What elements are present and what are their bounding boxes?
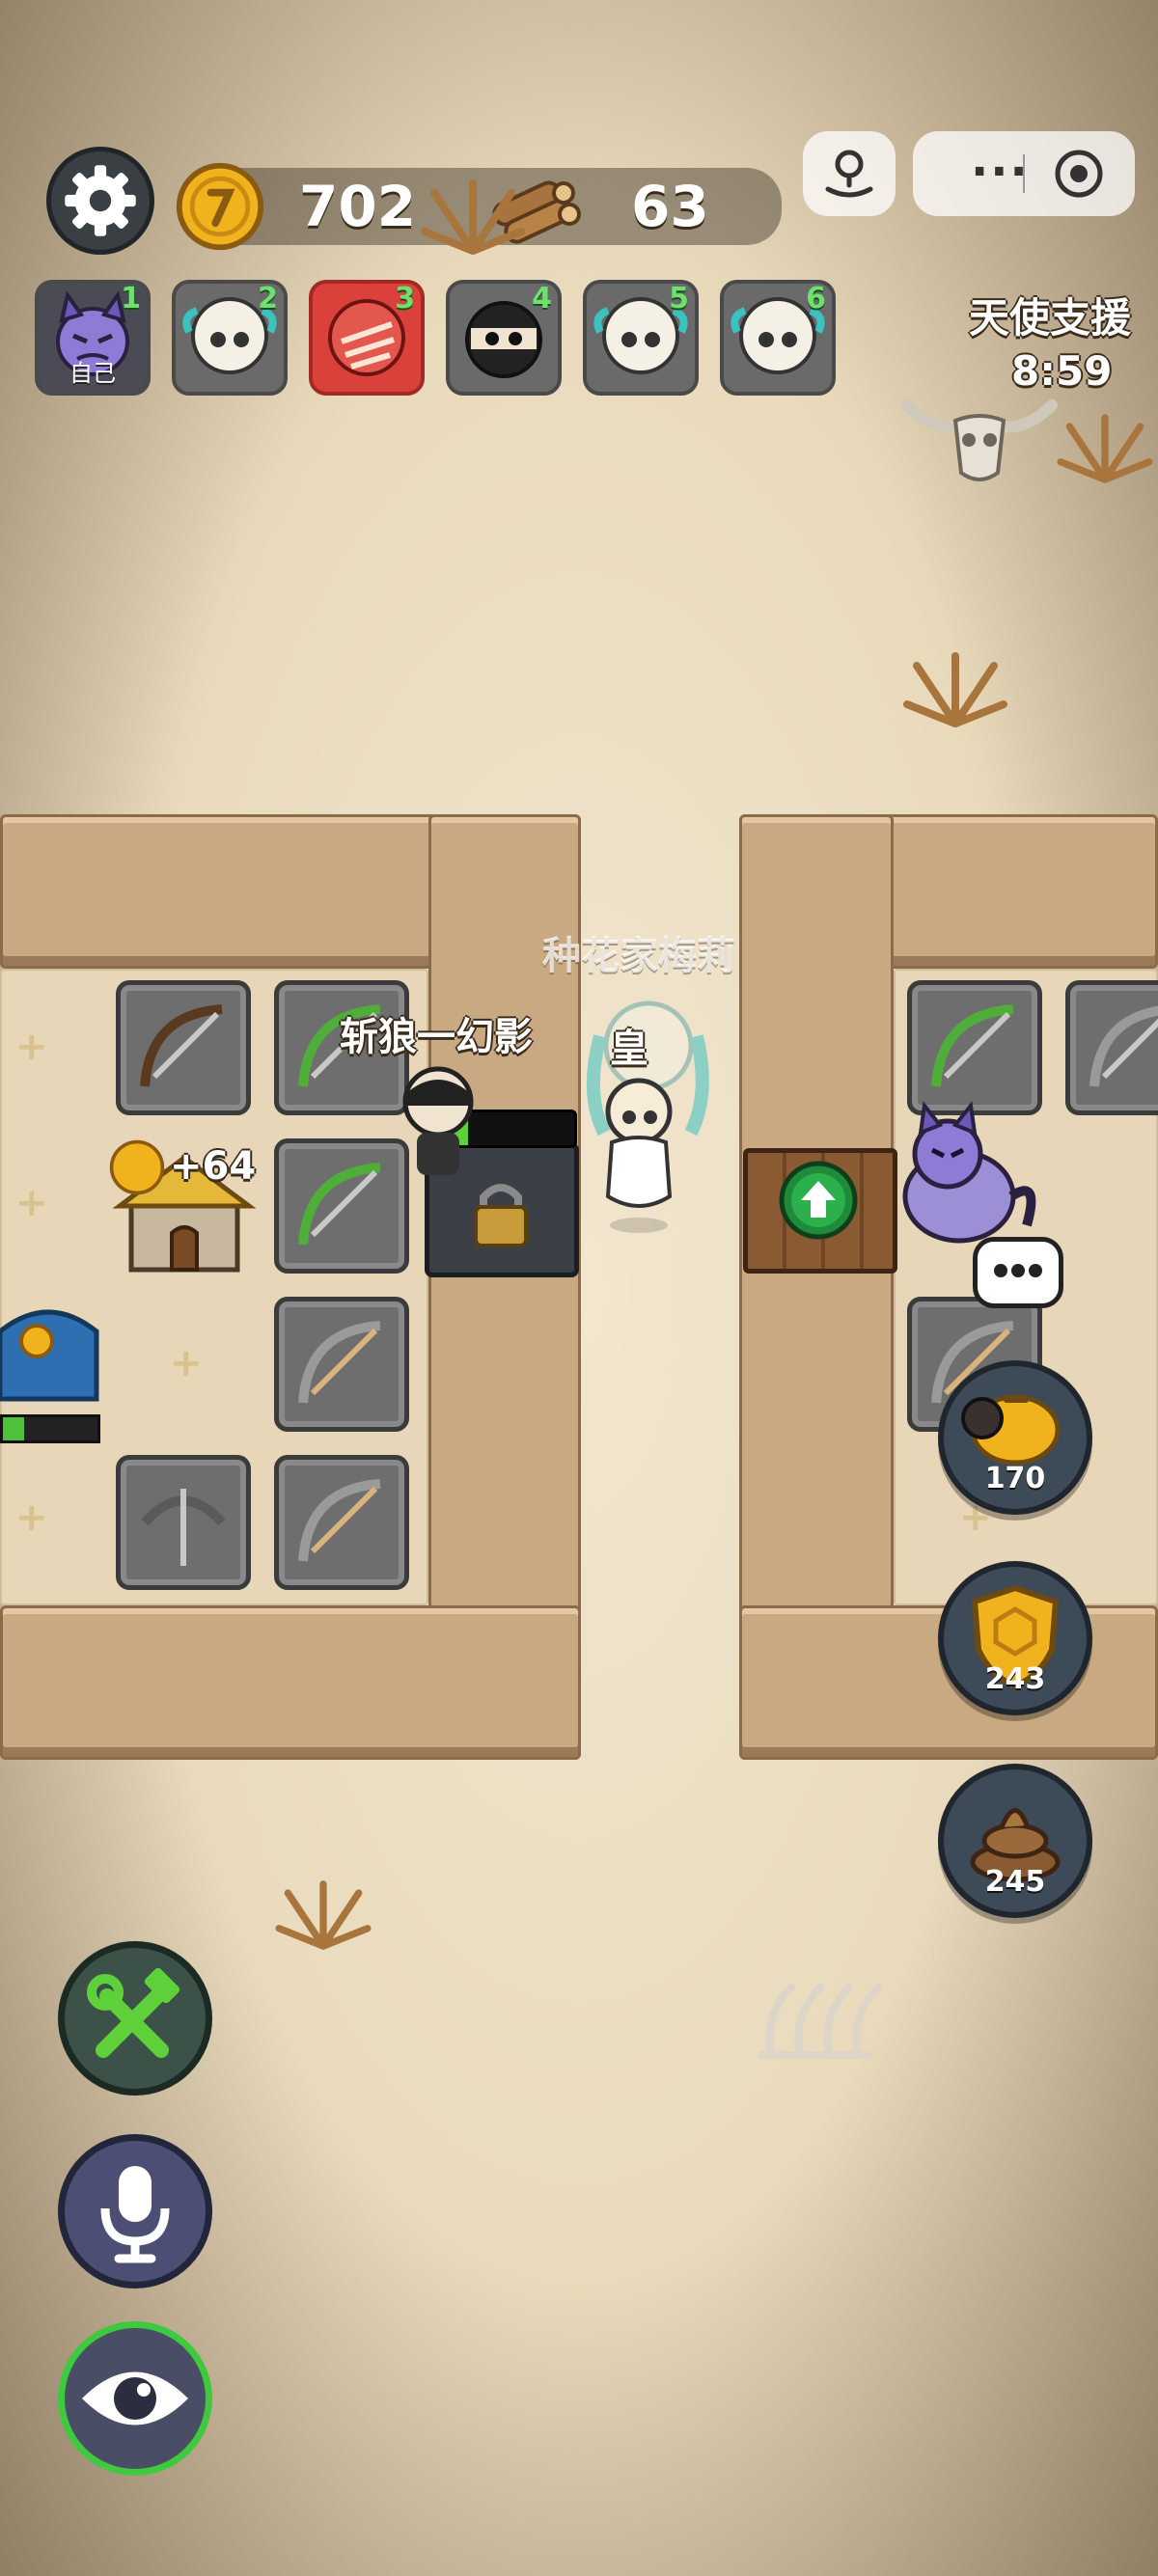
coin-icon — [109, 1139, 165, 1195]
wood-count: 63 — [631, 174, 709, 239]
crossbow-turret[interactable] — [116, 1455, 251, 1590]
player-number: 4 — [532, 282, 552, 315]
crossbow-icon — [1089, 1005, 1158, 1087]
piggy-bank-button[interactable]: 170 — [938, 1360, 1092, 1515]
player-number: 1 — [121, 282, 141, 315]
player-avatar-4[interactable]: 4 — [446, 280, 562, 396]
player-avatar-2[interactable]: 2 — [172, 280, 288, 396]
spectate-button[interactable] — [58, 2321, 212, 2476]
hammer-wrench-icon — [87, 1967, 180, 2058]
eye-icon — [82, 2371, 188, 2425]
crossbow-icon — [140, 1004, 223, 1087]
shield-button[interactable]: 243 — [938, 1561, 1092, 1715]
gold-income-popup: +64 — [170, 1144, 257, 1189]
player-number: 5 — [669, 282, 689, 315]
sheep-character — [605, 1078, 673, 1233]
crossbow-icon — [298, 1479, 381, 1562]
bank-progress-bar — [0, 1414, 100, 1443]
dry-leaf-decoration — [1057, 414, 1153, 483]
build-slot-icon[interactable]: + — [15, 1495, 48, 1540]
crossbow-turret[interactable] — [274, 1297, 409, 1432]
more-options-icon[interactable]: ··· — [971, 145, 1030, 199]
piggy-bank-count: 170 — [984, 1462, 1046, 1495]
coin-icon — [176, 162, 264, 251]
rib-bones-decoration — [758, 1984, 882, 2059]
crossbow-turret[interactable] — [907, 980, 1042, 1115]
build-tools-button[interactable] — [58, 1941, 212, 2096]
bank-building[interactable] — [0, 1293, 106, 1418]
poop-count: 245 — [984, 1865, 1046, 1899]
build-slot-icon[interactable]: + — [170, 1341, 203, 1385]
ninja-sheep-character — [402, 1066, 474, 1175]
close-miniprogram-icon[interactable] — [1048, 143, 1110, 205]
build-slot-icon[interactable]: + — [15, 1025, 48, 1069]
crossbow-icon — [141, 1489, 226, 1566]
dry-leaf-decoration — [903, 652, 1007, 727]
bank-progress-fill — [3, 1417, 24, 1440]
player-avatar-3[interactable]: 3 — [309, 280, 425, 396]
self-label: 自己 — [69, 360, 116, 387]
dry-leaf-decoration — [275, 1880, 372, 1950]
profile-button[interactable] — [803, 131, 896, 216]
crossbow-icon — [931, 1004, 1014, 1087]
dry-leaf-decoration — [421, 179, 525, 255]
gear-icon — [65, 165, 136, 236]
crossbow-turret[interactable] — [274, 1455, 409, 1590]
poop-button[interactable]: 245 — [938, 1764, 1092, 1918]
player-name-label: 皇 — [610, 1027, 648, 1071]
padlock-icon — [474, 1184, 528, 1247]
chat-bubble-icon — [994, 1264, 1042, 1277]
player-avatar-1[interactable]: 1 自己 — [35, 280, 151, 396]
player-number: 3 — [395, 282, 415, 315]
player-avatar-6[interactable]: 6 — [720, 280, 836, 396]
wall-segment — [0, 1605, 581, 1760]
crossbow-icon — [298, 1321, 381, 1404]
player-number: 6 — [806, 282, 826, 315]
angel-support-title: 天使支援 — [969, 294, 1132, 342]
upgrade-arrow-icon[interactable] — [778, 1160, 859, 1241]
player-avatar-5[interactable]: 5 — [583, 280, 699, 396]
voice-chat-button[interactable] — [58, 2134, 212, 2288]
microphone-icon — [100, 2166, 170, 2263]
build-slot-icon[interactable]: + — [15, 1181, 48, 1225]
enemy-name-label: 种花家梅莉 — [542, 934, 735, 978]
player-name-label: 斩狼一幻影 — [340, 1015, 533, 1059]
user-icon — [825, 150, 873, 198]
shield-count: 243 — [984, 1662, 1046, 1696]
cow-skull-decoration — [901, 399, 1058, 481]
coin-count: 702 — [299, 174, 417, 239]
capsule-divider — [1023, 154, 1025, 193]
settings-button[interactable] — [46, 147, 154, 255]
chat-button[interactable] — [973, 1237, 1063, 1308]
crossbow-turret[interactable] — [1065, 980, 1158, 1115]
crossbow-turret[interactable] — [116, 980, 251, 1115]
player-number: 2 — [258, 282, 278, 315]
